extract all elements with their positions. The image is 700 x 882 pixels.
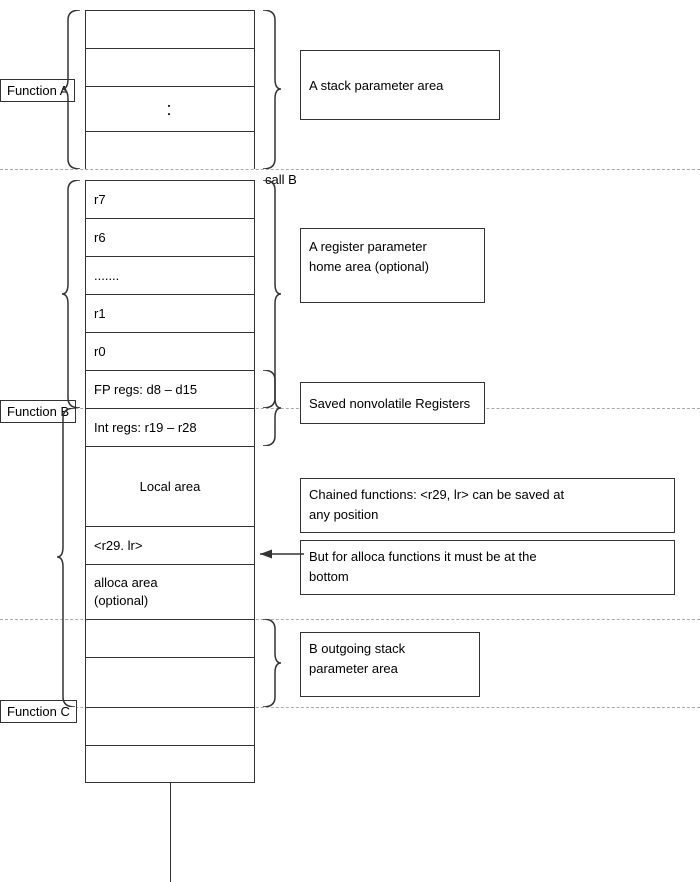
arrow-alloca [255, 544, 305, 564]
stack-cell-bottom-1 [85, 707, 255, 745]
stack-cell-r29-lr: <r29. lr> [85, 526, 255, 564]
stack-cell-b-out-2 [85, 657, 255, 707]
stack-cell-b-out-1 [85, 619, 255, 657]
stack-cell-rdots: ....... [85, 256, 255, 294]
annot-chained-functions: Chained functions: <r29, lr> can be save… [300, 478, 675, 533]
stack-cell-3 [85, 131, 255, 169]
stack-cell-int-regs: Int regs: r19 – r28 [85, 408, 255, 446]
annot-stack-param-area: A stack parameter area [300, 50, 500, 120]
stack-cell-fp-regs: FP regs: d8 – d15 [85, 370, 255, 408]
annot-b-outgoing: B outgoing stackparameter area [300, 632, 480, 697]
stack-cell-r6: r6 [85, 218, 255, 256]
stack-cell-alloca: alloca area(optional) [85, 564, 255, 619]
annot-reg-param-home: A register parameterhome area (optional) [300, 228, 485, 303]
stack-diagram: : call B r7 r6 ....... r1 r0 FP regs: d8… [0, 0, 700, 882]
brace-right-nonvolatile [255, 370, 283, 446]
stack-cell-ellipsis: : [85, 86, 255, 131]
brace-function-b [55, 408, 83, 707]
brace-reg-param [60, 180, 88, 408]
stack-cell-r7: r7 [85, 180, 255, 218]
stack-cell-r1: r1 [85, 294, 255, 332]
stack-cell-1 [85, 48, 255, 86]
stack-cell-top [85, 10, 255, 48]
brace-function-a [60, 10, 88, 169]
stack-bottom-line [170, 783, 171, 882]
stack-cell-bottom-2 [85, 745, 255, 783]
annot-saved-nonvolatile: Saved nonvolatile Registers [300, 382, 485, 424]
call-b-dashed-line [0, 169, 700, 170]
stack-cell-local-area: Local area [85, 446, 255, 526]
brace-right-b-outgoing [255, 619, 283, 707]
stack-cell-r0: r0 [85, 332, 255, 370]
brace-right-stack-param [255, 10, 283, 169]
annot-alloca-note: But for alloca functions it must be at t… [300, 540, 675, 595]
